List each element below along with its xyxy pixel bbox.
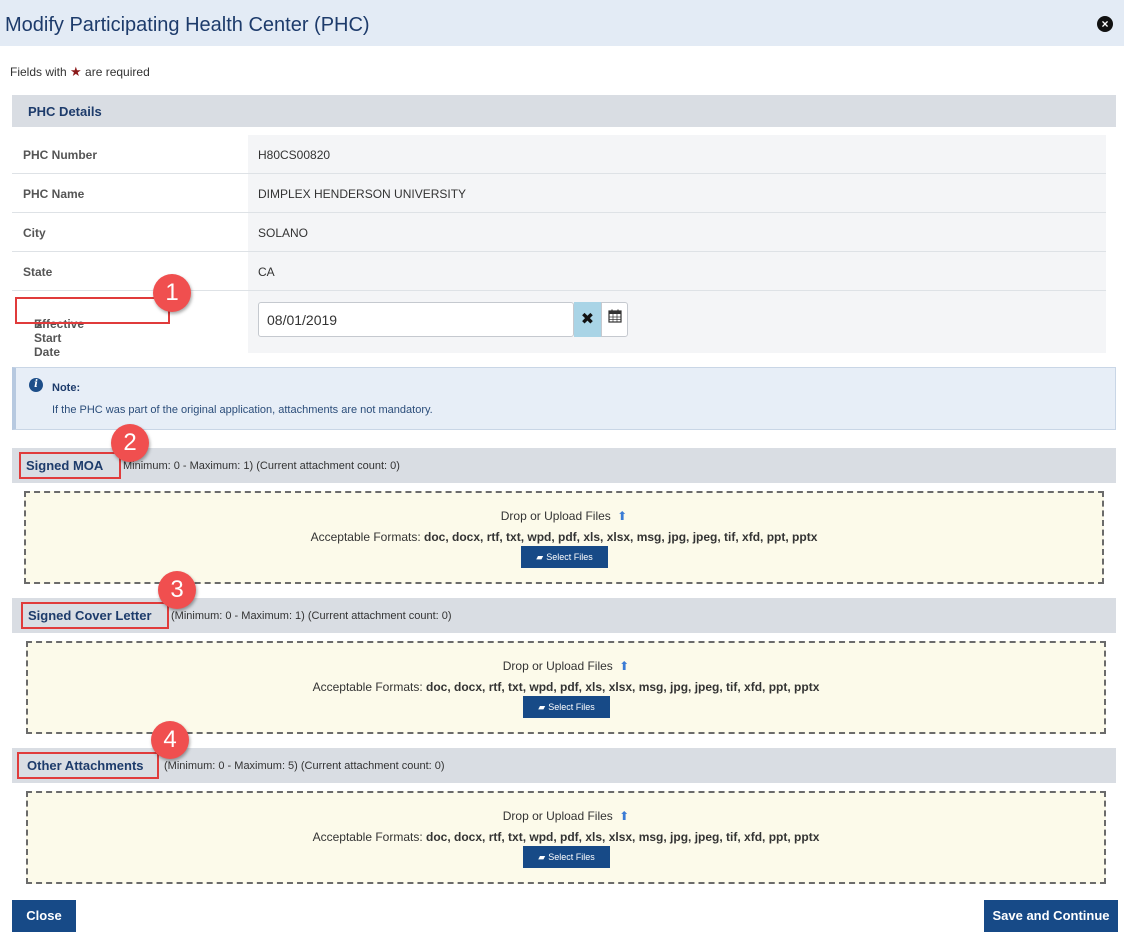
signed-moa-meta: Minimum: 0 - Maximum: 1) (Current attach…	[123, 460, 400, 472]
detail-row: PHC Name DIMPLEX HENDERSON UNIVERSITY	[12, 174, 1106, 213]
upload-icon: ⬆	[617, 509, 628, 523]
other-attachments-dropzone[interactable]: Drop or Upload Files ⬆ Acceptable Format…	[26, 791, 1106, 884]
signed-cover-letter-meta: (Minimum: 0 - Maximum: 1) (Current attac…	[171, 610, 452, 622]
phc-details-header: PHC Details	[12, 95, 1116, 127]
upload-icon: ⬆	[619, 809, 630, 823]
select-files-button[interactable]: ▰ Select Files	[521, 546, 608, 568]
callout-badge-2: 2	[111, 424, 149, 462]
drop-text: Drop or Upload Files	[500, 509, 611, 523]
phc-details-table: PHC Number H80CS00820 PHC Name DIMPLEX H…	[12, 135, 1106, 359]
callout-box-2	[19, 452, 121, 479]
note-box: i Note: If the PHC was part of the origi…	[12, 367, 1116, 430]
effective-start-date-input[interactable]	[258, 302, 574, 337]
callout-badge-4: 4	[151, 721, 189, 759]
city-label: City	[23, 226, 46, 240]
detail-row: PHC Number H80CS00820	[12, 135, 1106, 174]
detail-row: City SOLANO	[12, 213, 1106, 252]
phc-name-value: DIMPLEX HENDERSON UNIVERSITY	[258, 187, 467, 201]
folder-icon: ▰	[538, 852, 546, 862]
required-fields-note: Fields with ★ are required	[10, 64, 150, 80]
formats-label: Acceptable Formats:	[310, 530, 421, 544]
select-files-button[interactable]: ▰ Select Files	[523, 696, 610, 718]
formats-label: Acceptable Formats:	[312, 680, 423, 694]
dialog-title: Modify Participating Health Center (PHC)	[5, 14, 370, 36]
folder-icon: ▰	[538, 702, 546, 712]
info-icon: i	[29, 378, 43, 392]
signed-cover-letter-dropzone[interactable]: Drop or Upload Files ⬆ Acceptable Format…	[26, 641, 1106, 734]
clear-date-icon[interactable]: ✖	[574, 302, 601, 337]
formats-list: doc, docx, rtf, txt, wpd, pdf, xls, xlsx…	[424, 530, 818, 544]
select-files-button[interactable]: ▰ Select Files	[523, 846, 610, 868]
drop-text: Drop or Upload Files	[502, 659, 613, 673]
phc-details-title: PHC Details	[28, 104, 102, 119]
dialog-titlebar: Modify Participating Health Center (PHC)…	[0, 0, 1124, 46]
save-and-continue-button[interactable]: Save and Continue	[984, 900, 1118, 932]
select-files-label: Select Files	[548, 702, 595, 712]
required-note-prefix: Fields with	[10, 65, 67, 79]
callout-badge-1: 1	[153, 274, 191, 312]
phc-number-value: H80CS00820	[258, 148, 331, 162]
calendar-icon[interactable]	[601, 302, 628, 337]
state-value: CA	[258, 265, 275, 279]
callout-box-4	[17, 752, 159, 779]
callout-box-1	[15, 297, 170, 324]
folder-icon: ▰	[536, 552, 544, 562]
callout-badge-3: 3	[158, 571, 196, 609]
upload-icon: ⬆	[619, 659, 630, 673]
formats-label: Acceptable Formats:	[312, 830, 423, 844]
formats-list: doc, docx, rtf, txt, wpd, pdf, xls, xlsx…	[426, 830, 820, 844]
close-icon[interactable]: ×	[1097, 16, 1113, 32]
callout-box-3	[21, 602, 169, 629]
drop-text: Drop or Upload Files	[502, 809, 613, 823]
signed-moa-header: Signed MOA Minimum: 0 - Maximum: 1) (Cur…	[12, 448, 1116, 483]
phc-number-label: PHC Number	[23, 148, 98, 162]
close-button[interactable]: Close	[12, 900, 76, 932]
state-label: State	[23, 265, 53, 279]
note-title: Note:	[52, 382, 81, 394]
formats-list: doc, docx, rtf, txt, wpd, pdf, xls, xlsx…	[426, 680, 820, 694]
required-star-icon: ★	[70, 64, 82, 79]
note-text: If the PHC was part of the original appl…	[52, 404, 433, 416]
city-value: SOLANO	[258, 226, 309, 240]
select-files-label: Select Files	[548, 852, 595, 862]
signed-moa-dropzone[interactable]: Drop or Upload Files ⬆ Acceptable Format…	[24, 491, 1104, 584]
other-attachments-meta: (Minimum: 0 - Maximum: 5) (Current attac…	[164, 760, 445, 772]
select-files-label: Select Files	[546, 552, 593, 562]
required-note-suffix: are required	[85, 65, 150, 79]
phc-name-label: PHC Name	[23, 187, 85, 201]
